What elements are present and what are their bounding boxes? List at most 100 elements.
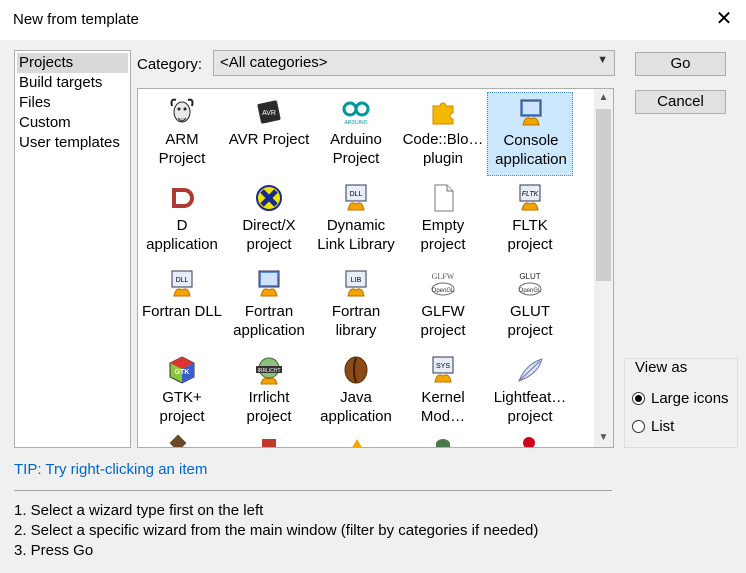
template-label: Kernel Mod… xyxy=(420,389,466,425)
view-as-title: View as xyxy=(633,359,690,377)
opengl-icon-text: OpenGL xyxy=(432,288,455,294)
empty-file-icon xyxy=(434,184,454,212)
template-label: Fortran DLL xyxy=(141,303,223,320)
partial-icon xyxy=(262,439,276,447)
template-java-application[interactable]: Java application xyxy=(313,350,399,434)
radio-label: List xyxy=(651,418,675,435)
lib-icon-text: LIB xyxy=(351,277,362,284)
template-label: Irrlicht project xyxy=(246,389,292,425)
template-label: Direct/X project xyxy=(242,217,296,253)
wizard-type-files[interactable]: Files xyxy=(17,93,128,113)
template-label: Lightfeat… project xyxy=(493,389,567,425)
avr-chip-text: AVR xyxy=(262,110,276,117)
template-fortran-library[interactable]: LIB Fortran library xyxy=(313,264,399,348)
partial-icon xyxy=(436,439,450,447)
partial-icon xyxy=(169,434,187,447)
template-label: Console application xyxy=(495,132,567,168)
template-d-application[interactable]: D application xyxy=(139,178,225,262)
irrlicht-icon-text: IRRLICHT xyxy=(257,368,280,374)
title-bar: New from template ✕ xyxy=(0,0,746,40)
template-empty-project[interactable]: Empty project xyxy=(400,178,486,262)
instruction-step: 3. Press Go xyxy=(14,542,94,559)
category-dropdown[interactable]: <All categories> ▼ xyxy=(213,50,615,76)
template-glut-project[interactable]: GLUT OpenGL GLUT project xyxy=(487,264,573,348)
fortran-dll-icon: DLL xyxy=(171,270,193,297)
sys-icon-text: SYS xyxy=(436,363,450,370)
wizard-type-custom[interactable]: Custom xyxy=(17,113,128,133)
template-label: Fortran library xyxy=(331,303,381,339)
template-arm-project[interactable]: ARM Project xyxy=(139,92,225,176)
opengl-icon-text: OpenGL xyxy=(519,288,542,294)
template-directx-project[interactable]: Direct/X project xyxy=(226,178,312,262)
kernel-sys-icon: SYS xyxy=(432,356,454,383)
template-arduino-project[interactable]: ARDUINO Arduino Project xyxy=(313,92,399,176)
dialog-title: New from template xyxy=(13,11,139,28)
template-lightfeather-project[interactable]: Lightfeat… project xyxy=(487,350,573,434)
wizard-type-list[interactable]: Projects Build targets Files Custom User… xyxy=(14,50,131,448)
glfw-icon: GLFW OpenGL xyxy=(431,272,455,296)
scrollbar-thumb[interactable] xyxy=(596,109,611,281)
template-label: Arduino Project xyxy=(330,131,382,167)
fortran-app-icon xyxy=(258,270,280,297)
template-label: Empty project xyxy=(420,217,466,253)
arduino-icon: ARDUINO xyxy=(342,101,370,126)
list-radio[interactable]: List xyxy=(632,418,742,438)
template-label: Fortran application xyxy=(233,303,305,339)
template-fortran-application[interactable]: Fortran application xyxy=(226,264,312,348)
category-label: Category: xyxy=(137,56,203,73)
wizard-type-user-templates[interactable]: User templates xyxy=(17,133,128,153)
new-from-template-dialog: New from template ✕ Projects Build targe… xyxy=(0,0,746,573)
template-avr-project[interactable]: AVR AVR Project xyxy=(226,92,312,176)
chevron-down-icon: ▼ xyxy=(597,54,608,66)
scroll-up-icon[interactable]: ▲ xyxy=(594,89,613,107)
divider xyxy=(14,490,612,491)
radio-label: Large icons xyxy=(651,390,729,407)
template-label: D application xyxy=(146,217,218,253)
large-icons-radio[interactable]: Large icons xyxy=(632,390,742,410)
cancel-button[interactable]: Cancel xyxy=(635,90,726,114)
template-glfw-project[interactable]: GLFW OpenGL GLFW project xyxy=(400,264,486,348)
template-label: ARM Project xyxy=(158,131,206,167)
template-gtk-project[interactable]: GTK GTK+ project xyxy=(139,350,225,434)
console-app-icon xyxy=(520,99,542,126)
glfw-icon-text: GLFW xyxy=(432,272,455,281)
dll-icon: DLL xyxy=(345,184,367,211)
template-dynamic-link-library[interactable]: DLL Dynamic Link Library xyxy=(313,178,399,262)
gtk-icon-text: GTK xyxy=(175,369,190,376)
feather-icon xyxy=(518,358,543,382)
d-lang-icon xyxy=(172,188,194,208)
directx-icon xyxy=(256,185,282,211)
vertical-scrollbar[interactable]: ▲ ▼ xyxy=(594,89,613,447)
go-button[interactable]: Go xyxy=(635,52,726,76)
template-label: GLUT project xyxy=(507,303,553,339)
template-label: FLTK project xyxy=(507,217,553,253)
template-kernel-module[interactable]: SYS Kernel Mod… xyxy=(400,350,486,434)
template-fltk-project[interactable]: FLTK FLTK project xyxy=(487,178,573,262)
wizard-type-build-targets[interactable]: Build targets xyxy=(17,73,128,93)
instruction-step: 1. Select a wizard type first on the lef… xyxy=(14,502,264,519)
template-irrlicht-project[interactable]: IRRLICHT Irrlicht project xyxy=(226,350,312,434)
template-label: GTK+ project xyxy=(159,389,205,425)
partial-icon xyxy=(350,439,364,447)
template-grid: ARM Project AVR AVR Project ARDUINO Ardu… xyxy=(137,88,614,448)
avr-chip-icon: AVR xyxy=(257,100,281,124)
instructions: 1. Select a wizard type first on the lef… xyxy=(14,501,538,561)
template-label: Dynamic Link Library xyxy=(317,217,395,253)
glut-icon: GLUT OpenGL xyxy=(518,272,542,296)
partial-icon xyxy=(523,437,535,447)
template-label: AVR Project xyxy=(228,131,310,148)
glut-icon-text: GLUT xyxy=(519,272,540,281)
scroll-down-icon[interactable]: ▼ xyxy=(594,429,613,447)
template-console-application[interactable]: Console application xyxy=(487,92,573,176)
template-fortran-dll[interactable]: DLL Fortran DLL xyxy=(139,264,225,348)
puzzle-plugin-icon xyxy=(432,102,454,125)
radio-unselected-icon xyxy=(632,420,645,433)
irrlicht-icon: IRRLICHT xyxy=(256,357,282,385)
template-label: Code::Blo… plugin xyxy=(402,131,484,167)
template-label: Java application xyxy=(320,389,392,425)
template-codeblocks-plugin[interactable]: Code::Blo… plugin xyxy=(400,92,486,176)
wizard-type-projects[interactable]: Projects xyxy=(17,53,128,73)
category-value: <All categories> xyxy=(220,54,328,71)
dll-icon-text: DLL xyxy=(350,191,363,198)
close-icon[interactable]: ✕ xyxy=(714,8,734,30)
